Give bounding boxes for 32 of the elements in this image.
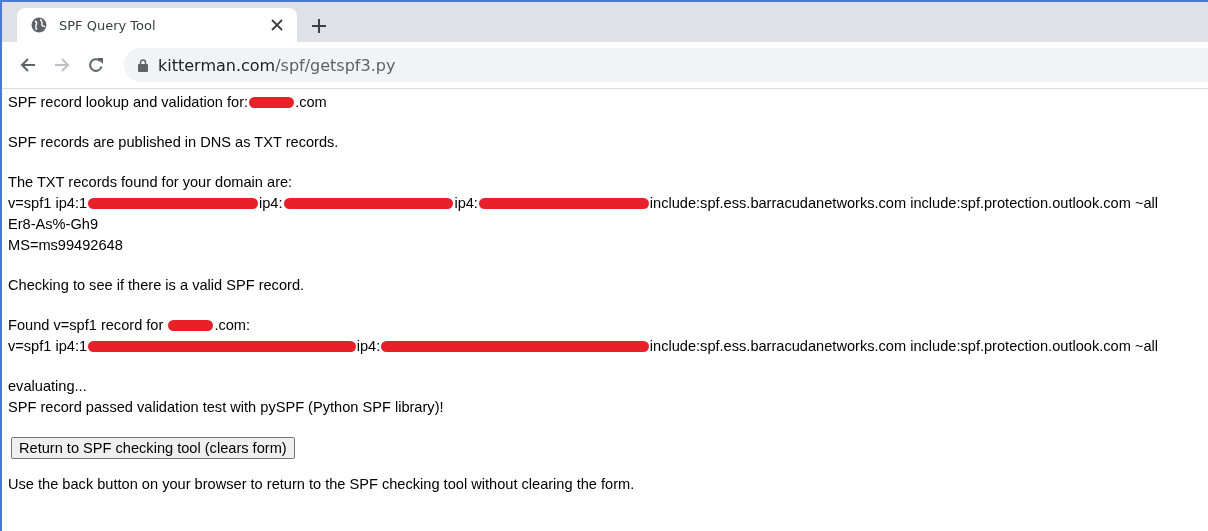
page-text: include:spf.ess.barracudanetworks.com include:spf.protection.outlook.com ~all [649,194,1158,213]
page-text: ip4: [356,337,381,356]
close-icon[interactable] [271,19,283,31]
reload-icon[interactable] [88,57,104,73]
new-tab-icon[interactable] [311,18,327,34]
page-text: SPF records are published in DNS as TXT records. [8,133,339,152]
page-text: SPF record lookup and validation for: [8,93,249,112]
page-text: The TXT records found for your domain are: [8,173,293,192]
lock-icon [138,58,148,72]
note-text: Use the back button on your browser to return to the SPF checking tool without clearing the form. [8,476,636,492]
page-text: include:spf.ess.barracudanetworks.com include:spf.protection.outlook.com ~all [649,337,1158,356]
page-text: Found v=spf1 record for [8,316,165,335]
back-icon[interactable] [20,57,36,73]
browser-tab[interactable]: SPF Query Tool [17,8,297,42]
url-text: kitterman.com/spf/getspf3.py [158,55,396,75]
page-text: Er8-As%-Gh9 [8,215,99,234]
page-text: v=spf1 ip4:1 [8,337,88,356]
return-button[interactable]: Return to SPF checking tool (clears form) [11,437,295,459]
page-text: .com [295,93,327,112]
page-text: evaluating... [8,377,87,396]
page-text: ip4: [259,194,283,213]
page-text: .com: [214,316,251,335]
page-text: ip4: [454,194,478,213]
redaction-mark [249,97,295,108]
tab-title: SPF Query Tool [59,17,157,33]
redaction-mark [168,320,214,331]
page-text: v=spf1 ip4:1 [8,194,88,213]
page-text: MS=ms99492648 [8,236,123,255]
page-text: Checking to see if there is a valid SPF record. [8,276,305,295]
globe-icon [31,17,47,33]
address-bar[interactable]: kitterman.com/spf/getspf3.py [124,48,1208,82]
page-text: SPF record passed validation test with pySPF (Python SPF library)! [8,398,444,417]
